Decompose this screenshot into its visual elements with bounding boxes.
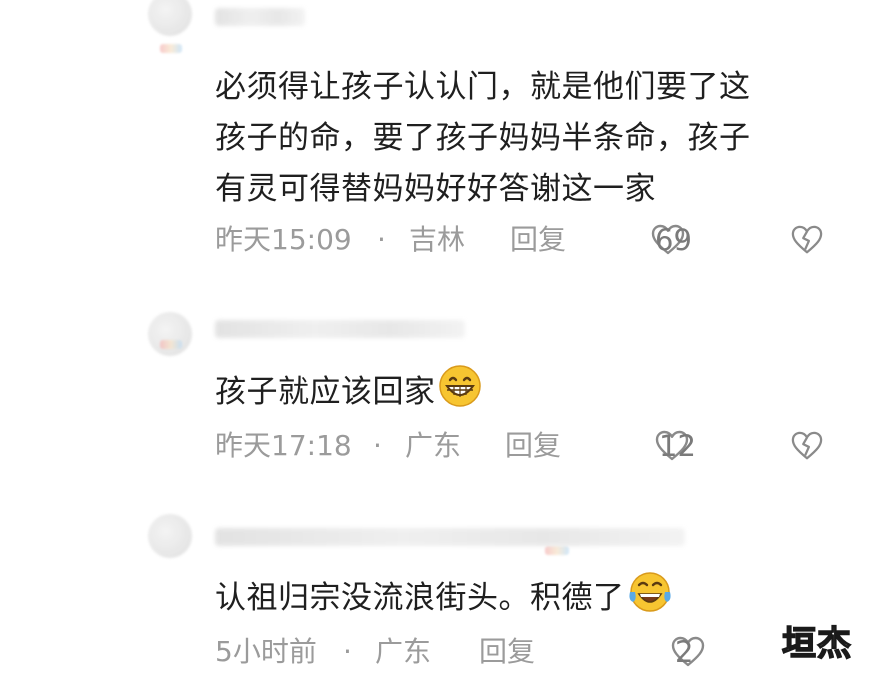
meta-separator: · (373, 429, 382, 462)
like-count: 69 (655, 223, 692, 257)
like-button[interactable]: 12 (655, 426, 696, 466)
like-button[interactable]: 69 (651, 220, 692, 260)
like-count: 2 (675, 635, 694, 669)
meta-separator: · (377, 223, 386, 256)
comment-meta: 昨天17:18 · 广东 回复 12 (215, 426, 835, 466)
comment-line: 认祖归宗没流浪街头。积德了 (215, 580, 625, 616)
reply-button[interactable]: 回复 (510, 220, 566, 260)
comment-line: 有灵可得替妈妈好好答谢这一家 (215, 171, 656, 207)
comment-meta: 5小时前 · 广东 回复 2 (215, 632, 835, 672)
avatar[interactable] (148, 312, 192, 356)
comment-line: 必须得让孩子认认门，就是他们要了这 (215, 69, 751, 105)
username-blurred[interactable] (215, 8, 305, 26)
comment-time: 昨天17:18 (215, 429, 352, 462)
username-blurred[interactable] (215, 528, 685, 546)
comment-text: 孩子就应该回家 (215, 364, 835, 418)
broken-heart-icon[interactable] (791, 224, 823, 256)
grinning-face-icon (438, 364, 482, 408)
like-button[interactable]: 2 (671, 632, 705, 672)
like-count: 12 (659, 429, 696, 463)
avatar[interactable] (148, 0, 192, 36)
username-blurred[interactable] (215, 320, 465, 338)
comment-text: 认祖归宗没流浪街头。积德了 (215, 570, 835, 624)
comment-line: 孩子就应该回家 (215, 374, 436, 410)
meta-separator: · (343, 635, 352, 668)
comment-location: 广东 (375, 635, 432, 668)
comment-time: 5小时前 (215, 635, 317, 668)
reply-button[interactable]: 回复 (479, 632, 535, 672)
avatar[interactable] (148, 514, 192, 558)
comment-location: 广东 (405, 429, 462, 462)
avatar-badge (160, 44, 182, 53)
tears-of-joy-icon (627, 570, 671, 614)
broken-heart-icon[interactable] (791, 430, 823, 462)
avatar-badge (545, 546, 569, 555)
comment-text: 必须得让孩子认认门，就是他们要了这 孩子的命，要了孩子妈妈半条命，孩子 有灵可得… (215, 62, 835, 215)
comment-location: 吉林 (409, 223, 466, 256)
comment-meta: 昨天15:09 · 吉林 回复 69 (215, 220, 835, 260)
watermark: 垣杰 (781, 623, 852, 665)
reply-button[interactable]: 回复 (505, 426, 561, 466)
comment-time: 昨天15:09 (215, 223, 352, 256)
avatar-badge (160, 340, 182, 349)
comment-line: 孩子的命，要了孩子妈妈半条命，孩子 (215, 120, 751, 156)
